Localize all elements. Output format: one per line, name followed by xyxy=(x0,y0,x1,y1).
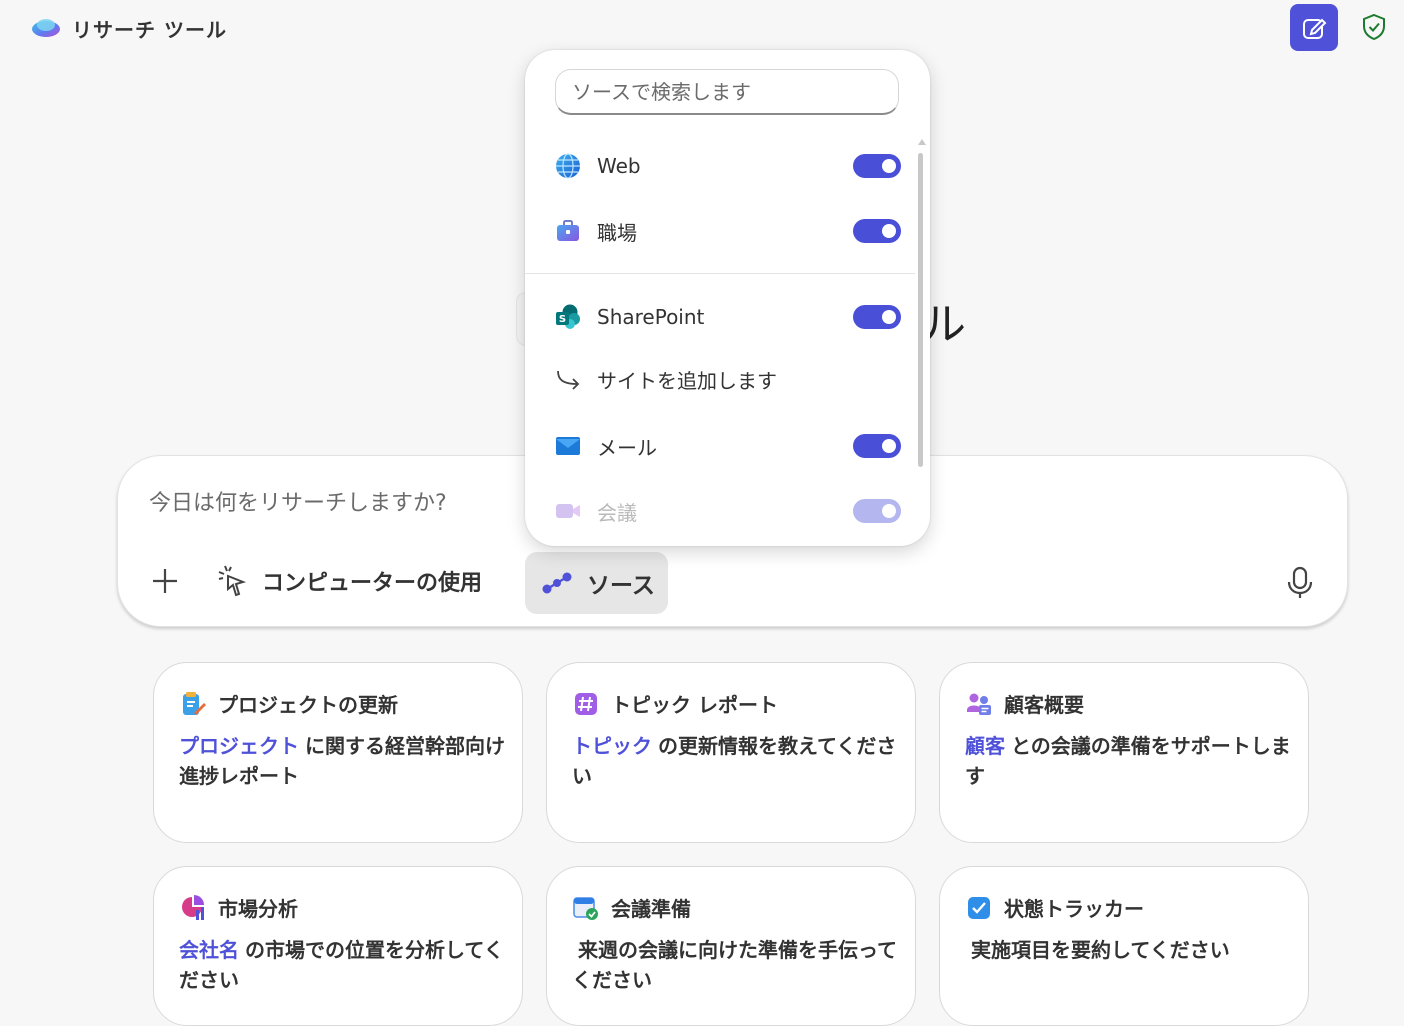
card-header: 会議準備 xyxy=(573,893,691,922)
card-title: 顧客概要 xyxy=(1004,693,1084,717)
hash-icon xyxy=(575,692,597,715)
card-keyword: トピック xyxy=(572,734,652,758)
shield-check-icon[interactable] xyxy=(1361,13,1387,41)
source-label-web: Web xyxy=(597,154,641,178)
card-header: 状態トラッカー xyxy=(966,893,1144,922)
pie-chart-icon xyxy=(182,894,204,920)
source-item-meeting[interactable]: 会議 xyxy=(555,491,901,531)
source-search-input[interactable] xyxy=(555,69,899,115)
computer-use-label: コンピューターの使用 xyxy=(262,571,483,596)
card-header: トピック レポート xyxy=(573,689,778,718)
card-title: 市場分析 xyxy=(218,897,298,921)
card-body: 会社名 の市場での位置を分析してください xyxy=(179,935,509,995)
card-keyword: プロジェクト xyxy=(179,734,299,758)
new-chat-button[interactable] xyxy=(1290,4,1338,51)
source-item-mail[interactable]: メール xyxy=(555,426,901,466)
card-body: トピック の更新情報を教えてください xyxy=(572,731,902,791)
popup-divider xyxy=(525,273,915,274)
prompt-card-meeting-prep[interactable]: 会議準備 来週の会議に向けた準備を手伝ってください xyxy=(546,866,916,1026)
prompt-card-topic-report[interactable]: トピック レポート トピック の更新情報を教えてください xyxy=(546,662,916,843)
meeting-icon xyxy=(556,504,580,518)
card-text: 実施項目を要約してください xyxy=(971,938,1230,962)
sources-label: ソース xyxy=(587,573,655,599)
card-keyword: 顧客 xyxy=(965,734,1005,758)
briefcase-icon xyxy=(557,220,579,241)
clipboard-icon xyxy=(183,691,206,715)
meeting-toggle[interactable] xyxy=(853,499,901,523)
card-header: 顧客概要 xyxy=(966,689,1084,718)
source-label-meeting: 会議 xyxy=(597,500,637,525)
card-keyword: 会社名 xyxy=(179,938,239,962)
popup-scrollbar[interactable] xyxy=(918,153,923,467)
app-brand: リサーチ ツール xyxy=(30,12,227,44)
prompt-input[interactable]: 今日は何をリサーチしますか? xyxy=(149,485,447,517)
arrow-return-icon xyxy=(557,370,580,390)
scroll-up-arrow[interactable] xyxy=(918,139,926,145)
prompt-card-customer-summary[interactable]: 顧客概要 顧客 との会議の準備をサポートします xyxy=(939,662,1309,843)
source-label-sharepoint: SharePoint xyxy=(597,305,705,329)
microphone-icon[interactable] xyxy=(1284,566,1316,600)
card-body: 実施項目を要約してください xyxy=(965,935,1295,965)
source-item-work[interactable]: 職場 xyxy=(555,211,901,251)
sources-popup: Web 職場 S SharePoint サイトを追加します xyxy=(525,50,930,546)
add-site-item[interactable]: サイトを追加します xyxy=(555,359,901,399)
mail-toggle[interactable] xyxy=(853,434,901,458)
source-item-sharepoint[interactable]: S SharePoint xyxy=(555,297,901,337)
work-toggle[interactable] xyxy=(853,219,901,243)
source-item-web[interactable]: Web xyxy=(555,146,901,186)
prompt-card-market-analysis[interactable]: 市場分析 会社名 の市場での位置を分析してください xyxy=(153,866,523,1026)
card-title: 会議準備 xyxy=(611,897,691,921)
card-title: プロジェクトの更新 xyxy=(218,693,398,717)
research-tool-logo-icon xyxy=(32,19,60,37)
sources-icon xyxy=(542,572,572,594)
source-label-work: 職場 xyxy=(597,220,637,245)
card-header: 市場分析 xyxy=(180,893,298,922)
sources-button[interactable]: ソース xyxy=(525,552,668,614)
sharepoint-toggle[interactable] xyxy=(853,305,901,329)
plus-icon[interactable] xyxy=(150,566,180,596)
svg-text:S: S xyxy=(559,314,566,325)
globe-icon xyxy=(556,153,580,179)
sharepoint-icon: S xyxy=(556,304,580,329)
cursor-click-icon xyxy=(218,565,247,597)
card-title: トピック レポート xyxy=(611,693,778,717)
card-body: 顧客 との会議の準備をサポートします xyxy=(965,731,1295,791)
card-text: との会議の準備をサポートします xyxy=(965,734,1291,788)
prompt-card-status-tracker[interactable]: 状態トラッカー 実施項目を要約してください xyxy=(939,866,1309,1026)
calendar-check-icon xyxy=(573,896,598,920)
card-title: 状態トラッカー xyxy=(1004,897,1144,921)
card-body: 来週の会議に向けた準備を手伝ってください xyxy=(572,935,902,995)
app-title: リサーチ ツール xyxy=(72,17,227,42)
card-header: プロジェクトの更新 xyxy=(180,689,398,718)
computer-use-button[interactable]: コンピューターの使用 xyxy=(216,560,482,602)
mail-icon xyxy=(556,437,580,455)
people-icon xyxy=(967,693,991,715)
compose-icon xyxy=(1303,18,1327,39)
web-toggle[interactable] xyxy=(853,154,901,178)
card-text: 来週の会議に向けた準備を手伝ってください xyxy=(572,938,897,992)
checkbox-icon xyxy=(968,896,990,919)
add-site-label: サイトを追加します xyxy=(597,368,777,393)
card-body: プロジェクト に関する経営幹部向け進捗レポート xyxy=(179,731,509,791)
source-label-mail: メール xyxy=(597,435,657,460)
prompt-card-project-update[interactable]: プロジェクトの更新 プロジェクト に関する経営幹部向け進捗レポート xyxy=(153,662,523,843)
